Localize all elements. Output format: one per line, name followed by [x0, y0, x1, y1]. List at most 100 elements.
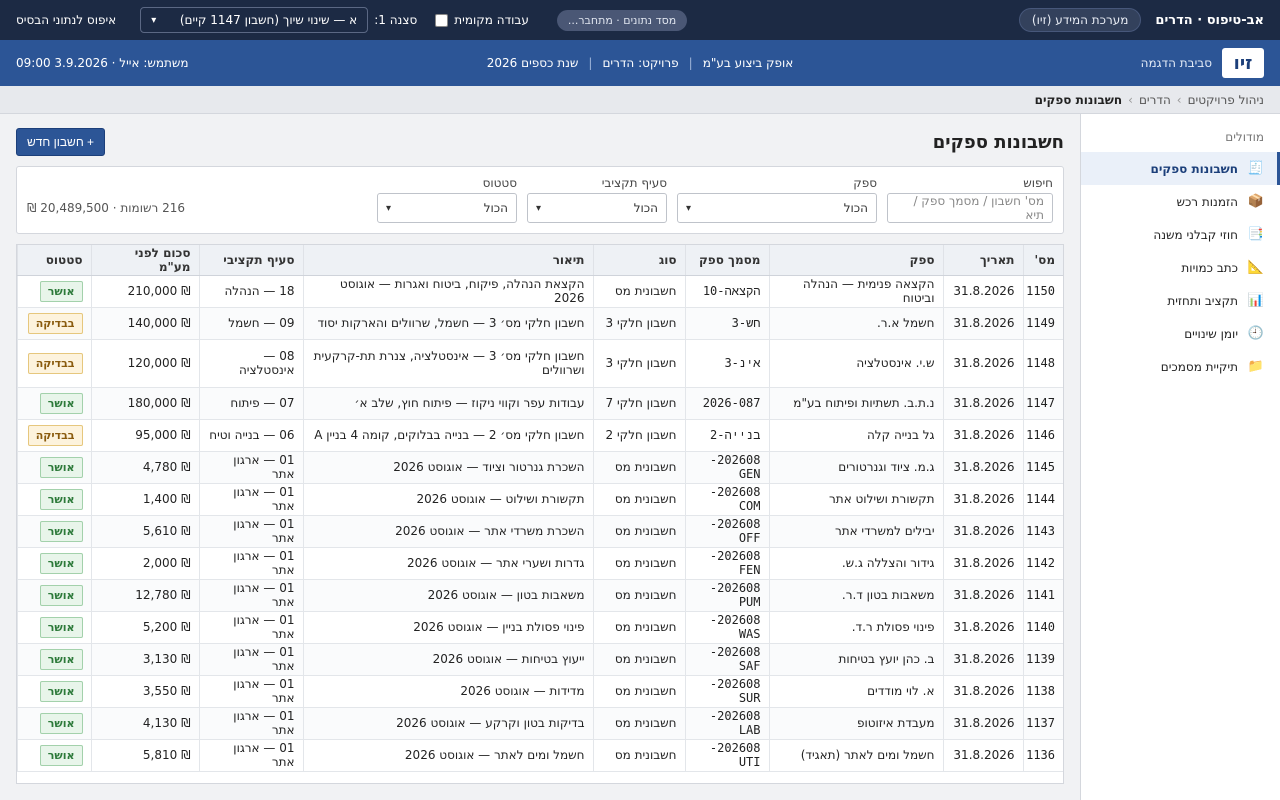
col-budget-cell: 01 — ארגון אתר: [198, 483, 303, 516]
col-description-cell: השכרת גנרטור וציוד — אוגוסט 2026: [302, 451, 593, 484]
col-budget-header[interactable]: סעיף תקציבי: [198, 245, 303, 276]
logo: זיו: [1222, 48, 1264, 78]
status-badge: אושר: [39, 456, 83, 478]
table-row[interactable]: 1141 31.8.2026 משאבות בטון ד.ר. 202608-PUM ח…: [17, 579, 1063, 612]
table-row[interactable]: 1150 31.8.2026 הקצאה פנימית — הנהלה וביטוח…: [17, 275, 1063, 308]
sidebar: מודולים 🧾 חשבונות ספקים 📦 הזמנות רכש 📑 חוזי ק…: [1080, 114, 1280, 800]
status-badge: אושר: [39, 648, 83, 670]
local-work-checkbox[interactable]: [435, 13, 449, 27]
col-budget-cell: 07 — פיתוח: [198, 387, 303, 420]
col-budget-cell: 01 — ארגון אתר: [198, 611, 303, 644]
chevron-left-icon: ›: [1128, 92, 1133, 107]
table-row[interactable]: 1145 31.8.2026 ג.מ. ציוד וגנרטורים 202608-G…: [17, 451, 1063, 484]
new-invoice-button[interactable]: + חשבון חדש: [16, 128, 106, 156]
supplier-select[interactable]: הכול ▾: [677, 193, 877, 223]
sidebar-item[interactable]: 📑 חוזי קבלני משנה: [1081, 218, 1280, 251]
sidebar-item[interactable]: 📐 כתב כמויות: [1081, 251, 1280, 284]
col-number-cell: 1143: [1022, 515, 1063, 548]
search-input[interactable]: מס' חשבון / מסמך ספק / תיא: [887, 193, 1053, 223]
breadcrumb-item[interactable]: הדרים: [1139, 93, 1171, 107]
col-type-cell: חשבונית מס: [592, 515, 685, 548]
budget-value: הכול: [633, 201, 658, 215]
table-row[interactable]: 1146 31.8.2026 גל בנייה קלה בנייה-2 חשבון חל…: [17, 419, 1063, 452]
col-description-cell: בדיקות בטון וקרקע — אוגוסט 2026: [302, 707, 593, 740]
fiscal-year: שנת כספים 2026: [486, 56, 579, 70]
sidebar-item-label: תיקיית מסמכים: [1160, 359, 1238, 374]
col-date-cell: 31.8.2026: [942, 739, 1023, 772]
col-type-cell: חשבונית מס: [592, 675, 685, 708]
table-row[interactable]: 1147 31.8.2026 נ.ת.ב. תשתיות ופיתוח בע"מ 20…: [17, 387, 1063, 420]
col-supplier-doc-cell: אינ-3: [684, 339, 769, 388]
col-amount-cell: ₪ 3,130: [90, 643, 199, 676]
sidebar-item-label: תקציב ותחזית: [1167, 293, 1238, 308]
status-label: סטטוס: [482, 176, 517, 190]
local-work-toggle[interactable]: עבודה מקומית: [435, 13, 529, 27]
col-amount-header[interactable]: סכום לפני מע"מ: [90, 245, 199, 276]
module-icon: 📁: [1247, 359, 1264, 374]
table-row[interactable]: 1137 31.8.2026 מעבדת איזוטופ 202608-LAB חשבו…: [17, 707, 1063, 740]
search-label: חיפוש: [1023, 176, 1053, 190]
sidebar-item[interactable]: 📁 תיקיית מסמכים: [1081, 350, 1280, 383]
supplier-label: ספק: [853, 176, 877, 190]
system-pill[interactable]: מערכת המידע (זיו): [1018, 8, 1142, 32]
col-supplier-cell: מעבדת איזוטופ: [768, 707, 943, 740]
col-description-header[interactable]: תיאור: [302, 245, 593, 276]
status-badge: בבדיקה: [27, 424, 83, 446]
sidebar-heading: מודולים: [1225, 130, 1264, 144]
col-status-cell: אושר: [17, 579, 91, 612]
col-number-cell: 1150: [1022, 275, 1063, 308]
supplier-value: הכול: [843, 201, 868, 215]
col-supplier-doc-header[interactable]: מסמך ספק: [684, 245, 769, 276]
sidebar-item[interactable]: 🧾 חשבונות ספקים: [1081, 152, 1280, 185]
sidebar-item-label: חשבונות ספקים: [1150, 161, 1239, 176]
page-title: חשבונות ספקים: [932, 131, 1064, 153]
col-supplier-cell: הקצאה פנימית — הנהלה וביטוח: [768, 275, 943, 308]
table-row[interactable]: 1144 31.8.2026 תקשורת ושילוט אתר 202608-COM…: [17, 483, 1063, 516]
sidebar-item[interactable]: 🕘 יומן שינויים: [1081, 317, 1280, 350]
table-row[interactable]: 1142 31.8.2026 גידור והצללה ג.ש. 202608-FEN…: [17, 547, 1063, 580]
status-badge: אושר: [39, 616, 83, 638]
col-supplier-cell: א. לוי מודדים: [768, 675, 943, 708]
table-row[interactable]: 1149 31.8.2026 חשמל א.ר. חש-3 חשבון חלקי 3 חש…: [17, 307, 1063, 340]
col-supplier-doc-cell: 202608-SAF: [684, 643, 769, 676]
col-type-cell: חשבון חלקי 2: [592, 419, 685, 452]
filter-panel: חיפוש מס' חשבון / מסמך ספק / תיא ספק הכו…: [16, 166, 1064, 234]
status-badge: אושר: [39, 488, 83, 510]
sidebar-item[interactable]: 📊 תקציב ותחזית: [1081, 284, 1280, 317]
col-budget-cell: 01 — ארגון אתר: [198, 515, 303, 548]
status-select[interactable]: הכול ▾: [377, 193, 517, 223]
col-supplier-doc-cell: 202608-FEN: [684, 547, 769, 580]
module-icon: 📐: [1247, 260, 1264, 275]
table-row[interactable]: 1143 31.8.2026 יבילים למשרדי אתר 202608-OFF…: [17, 515, 1063, 548]
sidebar-item[interactable]: 📦 הזמנות רכש: [1081, 185, 1280, 218]
col-type-cell: חשבונית מס: [592, 643, 685, 676]
col-type-header[interactable]: סוג: [592, 245, 685, 276]
col-date-header[interactable]: תאריך: [942, 245, 1023, 276]
scenario-value: א — שינוי שיוך (חשבון 1147 קיים): [179, 13, 358, 27]
col-amount-cell: ₪ 210,000: [90, 275, 199, 308]
scenario-label: סצנה 1:: [374, 13, 418, 27]
invoices-table: מס' תאריך ספק מסמך ספק סוג תיאור סעיף תקציבי סכ…: [16, 244, 1064, 784]
table-row[interactable]: 1139 31.8.2026 ב. כהן יועץ בטיחות 202608-SA…: [17, 643, 1063, 676]
col-status-header[interactable]: סטטוס: [17, 245, 91, 276]
col-amount-cell: ₪ 5,200: [90, 611, 199, 644]
scenario-select[interactable]: א — שינוי שיוך (חשבון 1147 קיים) ▾: [140, 7, 369, 33]
col-number-cell: 1144: [1022, 483, 1063, 516]
col-number-header[interactable]: מס': [1022, 245, 1063, 276]
reset-button[interactable]: איפוס לנתוני הבסיס: [16, 13, 116, 27]
table-row[interactable]: 1136 31.8.2026 חשמל ומים לאתר (תאגיד) 20260…: [17, 739, 1063, 772]
col-amount-cell: ₪ 95,000: [90, 419, 199, 452]
breadcrumb-item[interactable]: ניהול פרויקטים: [1188, 93, 1264, 107]
col-description-cell: פינוי פסולת בניין — אוגוסט 2026: [302, 611, 593, 644]
table-row[interactable]: 1140 31.8.2026 פינוי פסולת ר.ד. 202608-WAS ח…: [17, 611, 1063, 644]
budget-select[interactable]: הכול ▾: [527, 193, 667, 223]
col-number-cell: 1145: [1022, 451, 1063, 484]
table-row[interactable]: 1148 31.8.2026 ש.י. אינסטלציה אינ-3 חשבון חל…: [17, 339, 1063, 388]
table-row[interactable]: 1138 31.8.2026 א. לוי מודדים 202608-SUR חשבו…: [17, 675, 1063, 708]
col-supplier-header[interactable]: ספק: [768, 245, 943, 276]
module-icon: 📑: [1247, 227, 1264, 242]
user-info: משתמש: אייל · 3.9.2026 09:00: [16, 56, 189, 70]
col-budget-cell: 06 — בנייה וטיח: [198, 419, 303, 452]
col-supplier-cell: פינוי פסולת ר.ד.: [768, 611, 943, 644]
col-budget-cell: 01 — ארגון אתר: [198, 643, 303, 676]
